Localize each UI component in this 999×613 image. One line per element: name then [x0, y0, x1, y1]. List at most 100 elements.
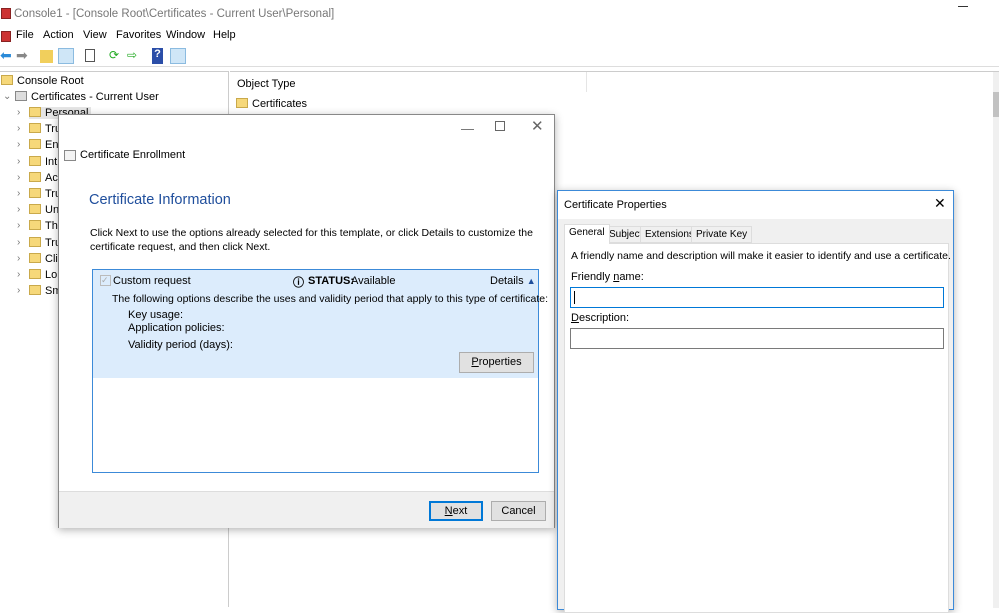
forward-arrow-icon[interactable]: ➡ — [16, 48, 32, 64]
cancel-button[interactable]: Cancel — [491, 501, 546, 521]
chevron-right-icon[interactable]: › — [17, 220, 20, 231]
close-button[interactable]: ✕ — [531, 117, 544, 135]
export-list-icon[interactable]: ⇨ — [127, 48, 143, 64]
folder-icon — [1, 75, 13, 85]
minimize-button[interactable]: — — [461, 121, 474, 136]
console-icon — [1, 31, 11, 42]
list-item-certificates[interactable]: Certificates — [236, 98, 307, 110]
toolbar: ⬅ ➡ ⟳ ⇨ ? — [0, 46, 999, 67]
chevron-right-icon[interactable]: › — [17, 237, 20, 248]
column-header-object-type[interactable]: Object Type — [237, 78, 296, 90]
application-policies-label: Application policies: — [128, 322, 225, 334]
folder-icon — [29, 171, 41, 182]
folder-icon — [29, 107, 41, 117]
description-label: Description: — [571, 312, 630, 324]
folder-icon — [236, 98, 248, 108]
description-input[interactable] — [570, 328, 944, 349]
tree-item[interactable]: Int — [29, 155, 57, 168]
details-toggle[interactable]: Details ▲ — [490, 275, 536, 287]
tree-item[interactable]: Th — [29, 220, 58, 232]
hint-text: A friendly name and description will mak… — [571, 250, 951, 262]
tree-item[interactable]: Tru — [29, 188, 61, 200]
dialog-title: Certificate Properties — [564, 199, 667, 211]
request-checkbox[interactable]: ✓ — [100, 275, 111, 286]
properties-button[interactable]: Properties — [459, 352, 534, 373]
folder-icon — [29, 139, 41, 150]
tree-item-certificates[interactable]: Certificates - Current User — [15, 91, 159, 103]
tree-item-console-root[interactable]: Console Root — [1, 75, 84, 87]
folder-icon — [29, 236, 41, 247]
menu-view[interactable]: View — [83, 29, 107, 41]
tab-general[interactable]: General — [564, 224, 610, 244]
menu-file[interactable]: File — [16, 29, 34, 41]
chevron-right-icon[interactable]: › — [17, 123, 20, 134]
menu-favorites[interactable]: Favorites — [116, 29, 161, 41]
clipboard-icon[interactable] — [85, 49, 95, 62]
refresh-icon[interactable]: ⟳ — [109, 48, 125, 64]
back-arrow-icon[interactable]: ⬅ — [0, 48, 16, 64]
request-panel: ✓ Custom request ⓘ STATUS: Available Det… — [93, 270, 548, 378]
help-icon[interactable]: ? — [152, 48, 163, 64]
tab-private-key[interactable]: Private Key — [691, 226, 753, 243]
text-cursor — [574, 291, 575, 304]
intro-text: Click Next to use the options already se… — [90, 227, 533, 253]
folder-icon — [29, 269, 41, 279]
certificate-enrollment-dialog: — ✕ Certificate Enrollment Certificate I… — [58, 114, 555, 528]
section-heading: Certificate Information — [89, 192, 231, 208]
folder-icon — [29, 155, 41, 166]
tree-item[interactable]: Un — [29, 204, 59, 216]
minimize-button[interactable] — [958, 6, 968, 7]
folder-icon — [29, 123, 41, 134]
certificate-icon — [64, 150, 76, 161]
chevron-right-icon[interactable]: › — [17, 269, 20, 280]
up-folder-icon[interactable] — [40, 50, 53, 63]
chevron-up-icon: ▲ — [526, 276, 536, 286]
friendly-name-label: Friendly name: — [571, 271, 644, 283]
close-button[interactable]: ✕ — [934, 195, 946, 212]
tree-item[interactable]: Ac — [29, 171, 58, 184]
chevron-down-icon[interactable]: ⌄ — [3, 91, 11, 102]
chevron-right-icon[interactable]: › — [17, 156, 20, 167]
scrollbar[interactable] — [993, 72, 999, 608]
folder-icon — [29, 252, 41, 263]
folder-icon — [29, 285, 41, 296]
tree-item[interactable]: Tru — [29, 123, 61, 135]
certificate-properties-dialog: Certificate Properties ✕ General Subject… — [557, 190, 954, 613]
request-label: Custom request — [113, 275, 191, 287]
chevron-right-icon[interactable]: › — [17, 107, 20, 118]
info-icon: ⓘ — [293, 277, 304, 289]
folder-icon — [29, 204, 41, 215]
tree-item[interactable]: Ent — [29, 139, 62, 151]
chevron-right-icon[interactable]: › — [17, 139, 20, 150]
validity-period-label: Validity period (days): — [128, 339, 233, 351]
menu-help[interactable]: Help — [213, 29, 236, 41]
options-description: The following options describe the uses … — [112, 293, 548, 305]
chevron-right-icon[interactable]: › — [17, 253, 20, 264]
show-hide-tree-icon[interactable] — [58, 48, 74, 64]
window-title: Console1 - [Console Root\Certificates - … — [14, 8, 335, 20]
friendly-name-input[interactable] — [570, 287, 944, 308]
app-icon — [1, 8, 11, 19]
chevron-right-icon[interactable]: › — [17, 204, 20, 215]
next-button[interactable]: Next — [429, 501, 483, 521]
folder-icon — [29, 188, 41, 198]
chevron-right-icon[interactable]: › — [17, 285, 20, 296]
menu-window[interactable]: Window — [166, 29, 205, 41]
action-pane-icon[interactable] — [170, 48, 186, 64]
folder-icon — [29, 220, 41, 231]
dialog-footer: Next Cancel — [59, 491, 554, 528]
menu-action[interactable]: Action — [43, 29, 74, 41]
tree-item[interactable]: Tru — [29, 236, 61, 249]
chevron-right-icon[interactable]: › — [17, 172, 20, 183]
status-label: STATUS: — [308, 275, 355, 287]
enrollment-list: ✓ Custom request ⓘ STATUS: Available Det… — [92, 269, 548, 473]
maximize-button[interactable] — [495, 121, 505, 131]
tree-item[interactable]: Lo — [29, 269, 57, 281]
chevron-right-icon[interactable]: › — [17, 188, 20, 199]
dialog-title: Certificate Enrollment — [80, 149, 186, 161]
tree-item[interactable]: Sm — [29, 285, 62, 297]
key-usage-label: Key usage: — [128, 309, 184, 321]
status-value: Available — [351, 275, 396, 287]
tree-item[interactable]: Cli — [29, 252, 58, 265]
certificate-store-icon — [15, 91, 27, 101]
